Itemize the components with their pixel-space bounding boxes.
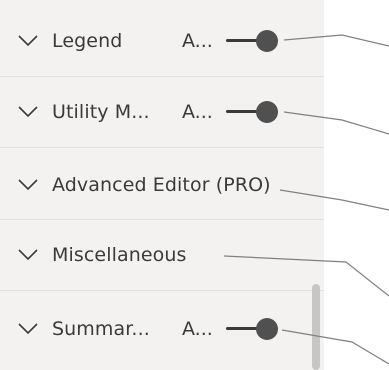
scrollbar[interactable] [312,284,320,370]
chevron-down-icon[interactable] [18,249,38,261]
section-state: A... [182,101,213,123]
chevron-down-icon[interactable] [18,106,38,118]
utility-menu-toggle[interactable] [226,100,282,124]
toggle-knob[interactable] [256,101,278,123]
section-label: Summar... [52,318,150,340]
divider [0,147,324,148]
section-summary[interactable]: Summar... A... [0,294,324,364]
toggle-knob[interactable] [256,30,278,52]
section-label: Miscellaneous [52,244,187,266]
summary-toggle[interactable] [226,317,282,341]
legend-toggle[interactable] [226,29,282,53]
section-state: A... [182,30,213,52]
section-label: Utility M... [52,101,150,123]
section-state: A... [182,318,213,340]
section-legend[interactable]: Legend A... [0,6,324,76]
divider [0,290,324,291]
section-utility-menu[interactable]: Utility M... A... [0,77,324,147]
section-label: Legend [52,30,123,52]
chevron-down-icon[interactable] [18,323,38,335]
section-advanced-editor[interactable]: Advanced Editor (PRO) [0,150,324,220]
toggle-knob[interactable] [256,318,278,340]
chevron-down-icon[interactable] [18,35,38,47]
section-label: Advanced Editor (PRO) [52,174,271,196]
format-pane: Legend A... Utility M... A... Advanced E… [0,0,324,370]
section-miscellaneous[interactable]: Miscellaneous [0,220,324,290]
chevron-down-icon[interactable] [18,179,38,191]
